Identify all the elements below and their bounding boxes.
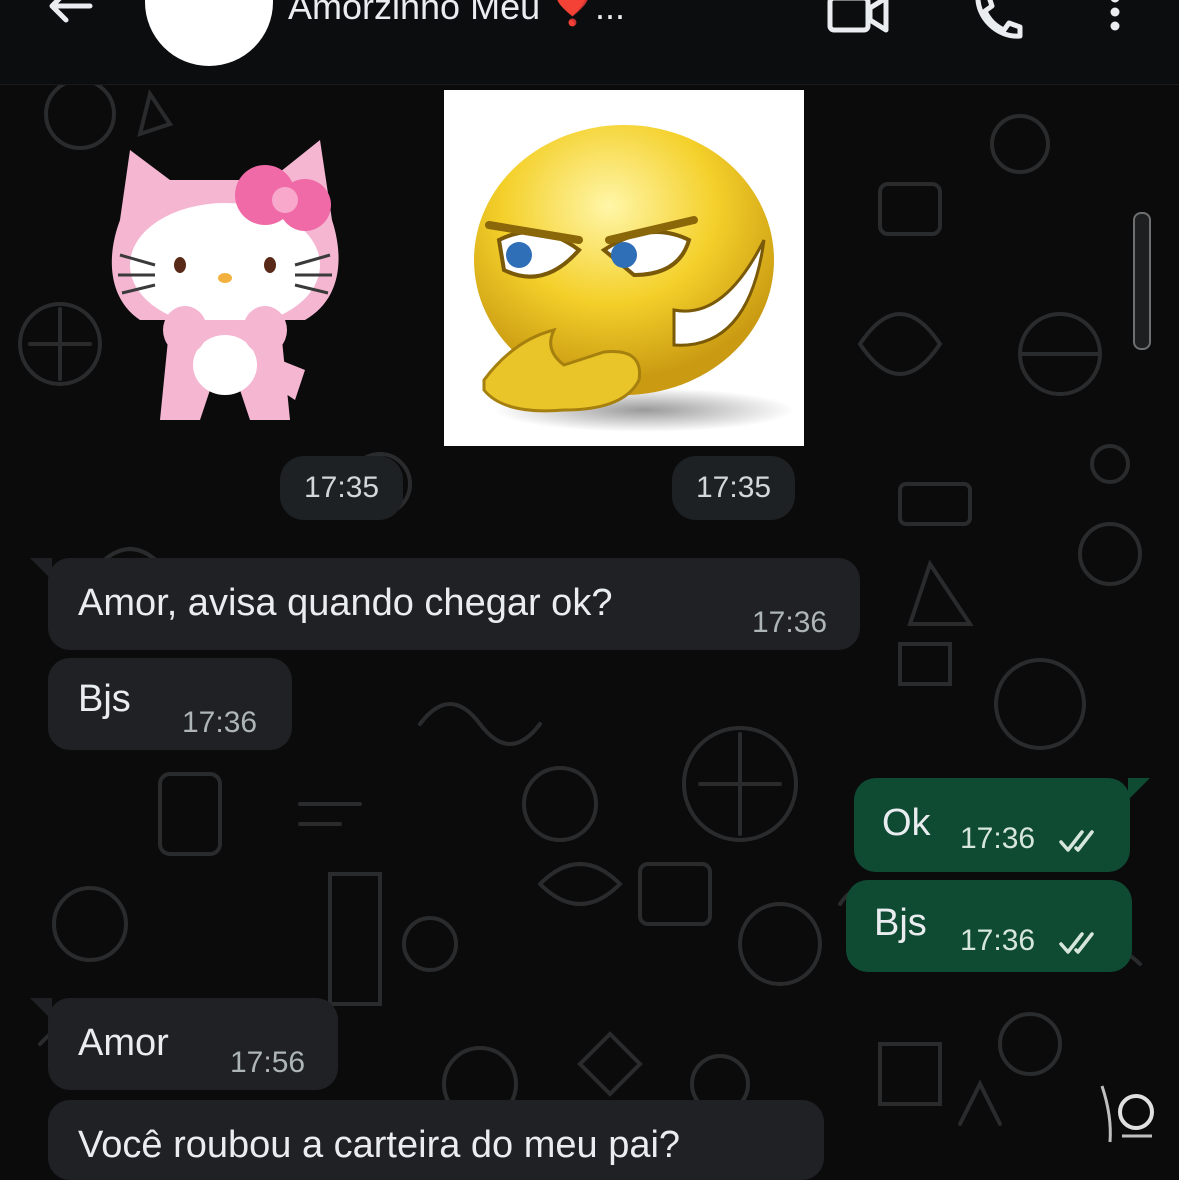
smirking-smiley-sticker[interactable] — [444, 90, 804, 446]
watermark-logo-icon — [1100, 1085, 1154, 1143]
message-text: Amor — [78, 1022, 169, 1064]
message-text: Ok — [882, 802, 931, 844]
back-arrow-icon[interactable] — [40, 0, 100, 48]
message-time: 17:36 — [752, 606, 828, 639]
contact-name[interactable]: Amorzinho Meu ❣️... — [288, 0, 625, 28]
contact-name-text: Amorzinho Meu — [288, 0, 541, 27]
message-time: 17:36 — [182, 706, 258, 739]
sticker-timestamp: 17:35 — [672, 456, 796, 520]
message-text: Você roubou a carteira do meu pai? — [78, 1124, 681, 1166]
message-bubble-incoming[interactable]: Amor, avisa quando chegar ok? 17:36 — [48, 558, 860, 650]
message-bubble-incoming[interactable]: Você roubou a carteira do meu pai? — [48, 1100, 824, 1180]
more-vertical-icon[interactable] — [1100, 0, 1130, 40]
read-receipt-icon — [1059, 830, 1094, 852]
message-bubble-incoming[interactable]: Amor 17:56 — [48, 998, 338, 1090]
read-receipt-icon — [1059, 932, 1094, 954]
hello-kitty-sticker[interactable] — [100, 130, 350, 430]
contact-avatar[interactable] — [145, 0, 273, 66]
heart-exclamation-emoji: ❣️ — [550, 0, 595, 27]
bubble-tail — [1128, 778, 1150, 800]
scrollbar[interactable] — [1133, 212, 1151, 350]
message-time: 17:36 — [960, 822, 1036, 855]
message-text: Bjs — [874, 902, 927, 944]
message-text: Bjs — [78, 678, 131, 720]
phone-icon[interactable] — [968, 0, 1024, 40]
video-call-icon[interactable] — [826, 0, 890, 40]
message-bubble-incoming[interactable]: Bjs 17:36 — [48, 658, 292, 750]
message-time: 17:56 — [230, 1046, 306, 1079]
message-time: 17:36 — [960, 924, 1036, 957]
message-bubble-outgoing[interactable]: Ok 17:36 — [854, 778, 1130, 872]
name-ellipsis: ... — [594, 0, 625, 27]
message-bubble-outgoing[interactable]: Bjs 17:36 — [846, 880, 1132, 972]
sticker-timestamp: 17:35 — [280, 456, 404, 520]
message-text: Amor, avisa quando chegar ok? — [78, 582, 613, 624]
chat-header: Amorzinho Meu ❣️... — [0, 0, 1179, 85]
